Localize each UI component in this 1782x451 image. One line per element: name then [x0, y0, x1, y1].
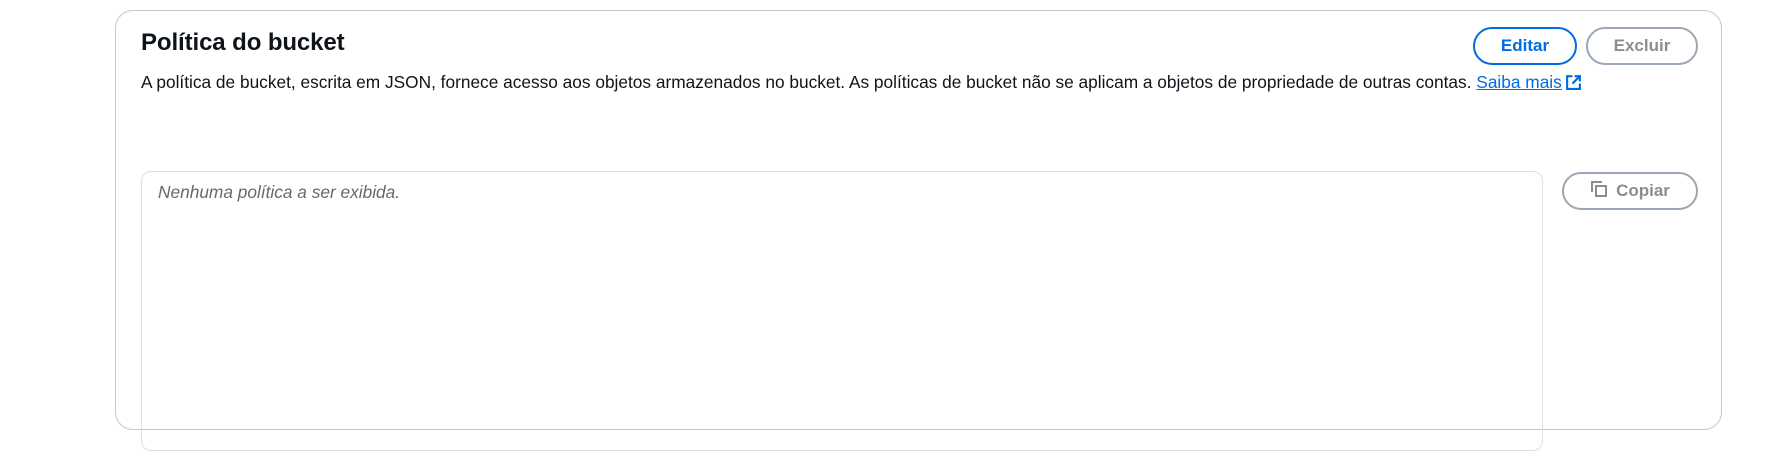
learn-more-link[interactable]: Saiba mais: [1476, 72, 1582, 92]
policy-viewer[interactable]: Nenhuma política a ser exibida.: [141, 171, 1543, 451]
description-text: A política de bucket, escrita em JSON, f…: [141, 72, 1472, 92]
copy-icon: [1590, 180, 1608, 203]
copy-label: Copiar: [1616, 181, 1670, 200]
external-link-icon: [1565, 74, 1582, 96]
panel-title: Política do bucket: [141, 29, 345, 56]
empty-policy-text: Nenhuma política a ser exibida.: [158, 182, 401, 202]
bucket-policy-panel: Política do bucket A política de bucket,…: [115, 10, 1722, 451]
learn-more-label: Saiba mais: [1476, 72, 1562, 92]
edit-button[interactable]: Editar: [1473, 27, 1577, 65]
panel-description: A política de bucket, escrita em JSON, f…: [141, 72, 1582, 96]
copy-button[interactable]: Copiar: [1562, 172, 1698, 210]
delete-button[interactable]: Excluir: [1586, 27, 1698, 65]
